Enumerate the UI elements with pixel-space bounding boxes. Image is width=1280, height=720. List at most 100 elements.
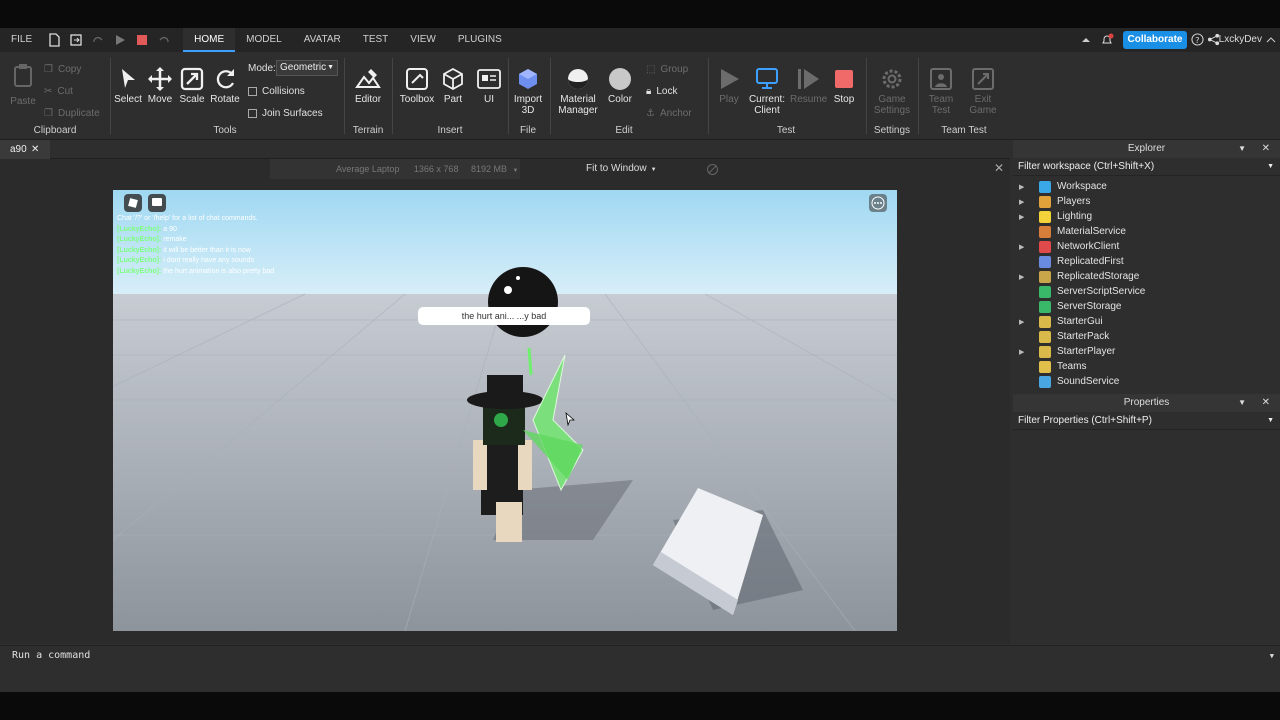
explorer-item[interactable]: ▶ Players bbox=[1013, 194, 1280, 209]
expand-arrow-icon[interactable]: ▶ bbox=[1019, 273, 1028, 281]
device-selector[interactable]: Average Laptop 1366 x 768 8192 MB ▼ bbox=[270, 159, 520, 179]
rotate-device-icon[interactable] bbox=[706, 163, 719, 176]
chevron-down-icon[interactable]: ▼ bbox=[1238, 140, 1246, 158]
material-manager-button[interactable]: Material Manager bbox=[556, 66, 600, 116]
tab-home[interactable]: HOME bbox=[183, 28, 236, 52]
file-menu[interactable]: FILE bbox=[0, 28, 43, 52]
toolbox-button[interactable]: Toolbox bbox=[398, 66, 436, 105]
expand-arrow-icon[interactable]: ▶ bbox=[1019, 198, 1028, 206]
copy-button[interactable]: ❐ Copy bbox=[44, 64, 81, 75]
expand-arrow-icon[interactable]: ▶ bbox=[1019, 348, 1028, 356]
notification-bell-icon[interactable] bbox=[1100, 33, 1114, 47]
fit-to-window-dropdown[interactable]: Fit to Window ▼ bbox=[586, 159, 657, 180]
terrain-editor-button[interactable]: Editor bbox=[352, 66, 384, 105]
expand-arrow-icon[interactable]: ▶ bbox=[1019, 183, 1028, 191]
current-client-button[interactable]: Current: Client bbox=[746, 66, 788, 116]
redo-icon[interactable] bbox=[91, 33, 105, 47]
explorer-item-label: Teams bbox=[1057, 361, 1087, 372]
chat-toggle-icon[interactable] bbox=[148, 194, 166, 212]
expand-arrow-icon[interactable]: ▶ bbox=[1019, 243, 1028, 251]
play-button[interactable]: Play bbox=[714, 66, 744, 105]
divider bbox=[508, 58, 509, 134]
undo-icon[interactable] bbox=[157, 33, 171, 47]
tab-plugins[interactable]: PLUGINS bbox=[447, 28, 513, 52]
join-surfaces-checkbox[interactable] bbox=[248, 109, 257, 118]
explorer-item[interactable]: Teams bbox=[1013, 359, 1280, 374]
explorer-item[interactable]: ▶ NetworkClient bbox=[1013, 239, 1280, 254]
close-icon[interactable]: ✕ bbox=[1262, 140, 1270, 158]
tab-view[interactable]: VIEW bbox=[399, 28, 447, 52]
chevron-down-icon[interactable]: ▼ bbox=[1267, 158, 1274, 176]
copy-icon: ❐ bbox=[44, 64, 53, 75]
play-small-icon[interactable] bbox=[113, 33, 127, 47]
select-button[interactable]: Select bbox=[114, 66, 142, 105]
tab-test[interactable]: TEST bbox=[352, 28, 400, 52]
close-icon[interactable]: ✕ bbox=[1262, 394, 1270, 412]
mode-dropdown[interactable]: Geometric ▼ bbox=[276, 60, 338, 76]
color-button[interactable]: Color bbox=[604, 66, 636, 105]
join-surfaces-toggle[interactable]: Join Surfaces bbox=[248, 108, 323, 119]
explorer-item[interactable]: ▶ StarterPlayer bbox=[1013, 344, 1280, 359]
roblox-menu-icon[interactable] bbox=[124, 194, 142, 212]
menu-bar: FILE HOME MODEL AVATAR TEST VIEW PLUGINS… bbox=[0, 28, 1280, 52]
chevron-down-icon[interactable]: ▼ bbox=[1238, 394, 1246, 412]
part-button[interactable]: Part bbox=[438, 66, 468, 105]
explorer-item[interactable]: ServerScriptService bbox=[1013, 284, 1280, 299]
explorer-item[interactable]: ▶ Lighting bbox=[1013, 209, 1280, 224]
username-label[interactable]: LxckyDev bbox=[1219, 28, 1262, 52]
service-icon bbox=[1039, 225, 1051, 238]
ui-button[interactable]: UI bbox=[474, 66, 504, 105]
more-options-icon[interactable] bbox=[869, 194, 887, 212]
collisions-checkbox[interactable] bbox=[248, 87, 257, 96]
explorer-item[interactable]: ▶ Workspace bbox=[1013, 179, 1280, 194]
anchor-button[interactable]: ⚓︎ Anchor bbox=[646, 108, 692, 119]
command-bar-input[interactable]: Run a command ▼ bbox=[0, 645, 1280, 665]
collisions-toggle[interactable]: Collisions bbox=[248, 86, 305, 97]
chevron-down-icon[interactable]: ▼ bbox=[1270, 646, 1274, 666]
explorer-item[interactable]: MaterialService bbox=[1013, 224, 1280, 239]
lock-button[interactable]: 🔒︎ Lock bbox=[646, 86, 677, 97]
part-label: Part bbox=[443, 94, 463, 105]
move-button[interactable]: Move bbox=[146, 66, 174, 105]
properties-filter-input[interactable]: Filter Properties (Ctrl+Shift+P) ▼ bbox=[1013, 412, 1280, 430]
expand-arrow-icon[interactable]: ▶ bbox=[1019, 213, 1028, 221]
collaborate-button[interactable]: Collaborate bbox=[1123, 31, 1187, 49]
explorer-item[interactable]: SoundService bbox=[1013, 374, 1280, 389]
tab-a90[interactable]: a90 ✕ bbox=[0, 140, 50, 159]
chat-message: [LuckyEcho]: the hurt animation is also … bbox=[117, 267, 275, 275]
scale-button[interactable]: Scale bbox=[178, 66, 206, 105]
game-viewport[interactable]: Chat '/?' or '/help' for a list of chat … bbox=[113, 190, 897, 631]
close-icon[interactable]: ✕ bbox=[31, 140, 39, 159]
game-settings-button[interactable]: Game Settings bbox=[872, 66, 912, 116]
team-test-button[interactable]: Team Test bbox=[924, 66, 958, 116]
close-emulation-icon[interactable]: ✕ bbox=[994, 161, 1004, 175]
explorer-item[interactable]: ▶ StarterGui bbox=[1013, 314, 1280, 329]
current-label-2: Client bbox=[754, 105, 780, 116]
publish-icon[interactable] bbox=[69, 33, 83, 47]
exit-game-button[interactable]: Exit Game bbox=[966, 66, 1000, 116]
new-file-icon[interactable] bbox=[47, 33, 61, 47]
stop-icon bbox=[835, 70, 853, 88]
duplicate-button[interactable]: ❐ Duplicate bbox=[44, 108, 100, 119]
resume-button[interactable]: Resume bbox=[790, 66, 827, 105]
explorer-item[interactable]: ▶ ReplicatedStorage bbox=[1013, 269, 1280, 284]
stop-small-icon[interactable] bbox=[135, 33, 149, 47]
tab-avatar[interactable]: AVATAR bbox=[293, 28, 352, 52]
help-icon[interactable]: ? bbox=[1191, 33, 1204, 46]
paste-button[interactable]: Paste bbox=[8, 62, 38, 107]
group-button[interactable]: ⬚ Group bbox=[646, 64, 688, 75]
cut-button[interactable]: ✂ Cut bbox=[44, 86, 73, 97]
collapse-ribbon-icon[interactable] bbox=[1080, 34, 1092, 46]
stop-button[interactable]: Stop bbox=[830, 66, 858, 105]
import-3d-button[interactable]: Import 3D bbox=[512, 66, 544, 116]
explorer-item[interactable]: ServerStorage bbox=[1013, 299, 1280, 314]
explorer-item[interactable]: StarterPack bbox=[1013, 329, 1280, 344]
chevron-down-icon[interactable]: ▼ bbox=[1267, 412, 1274, 430]
explorer-item[interactable]: ReplicatedFirst bbox=[1013, 254, 1280, 269]
explorer-item-label: StarterPack bbox=[1057, 331, 1110, 342]
rotate-button[interactable]: Rotate bbox=[210, 66, 240, 105]
expand-arrow-icon[interactable]: ▶ bbox=[1019, 318, 1028, 326]
explorer-filter-input[interactable]: Filter workspace (Ctrl+Shift+X) ▼ bbox=[1013, 158, 1280, 176]
chevron-up-icon[interactable] bbox=[1266, 35, 1276, 45]
tab-model[interactable]: MODEL bbox=[235, 28, 293, 52]
